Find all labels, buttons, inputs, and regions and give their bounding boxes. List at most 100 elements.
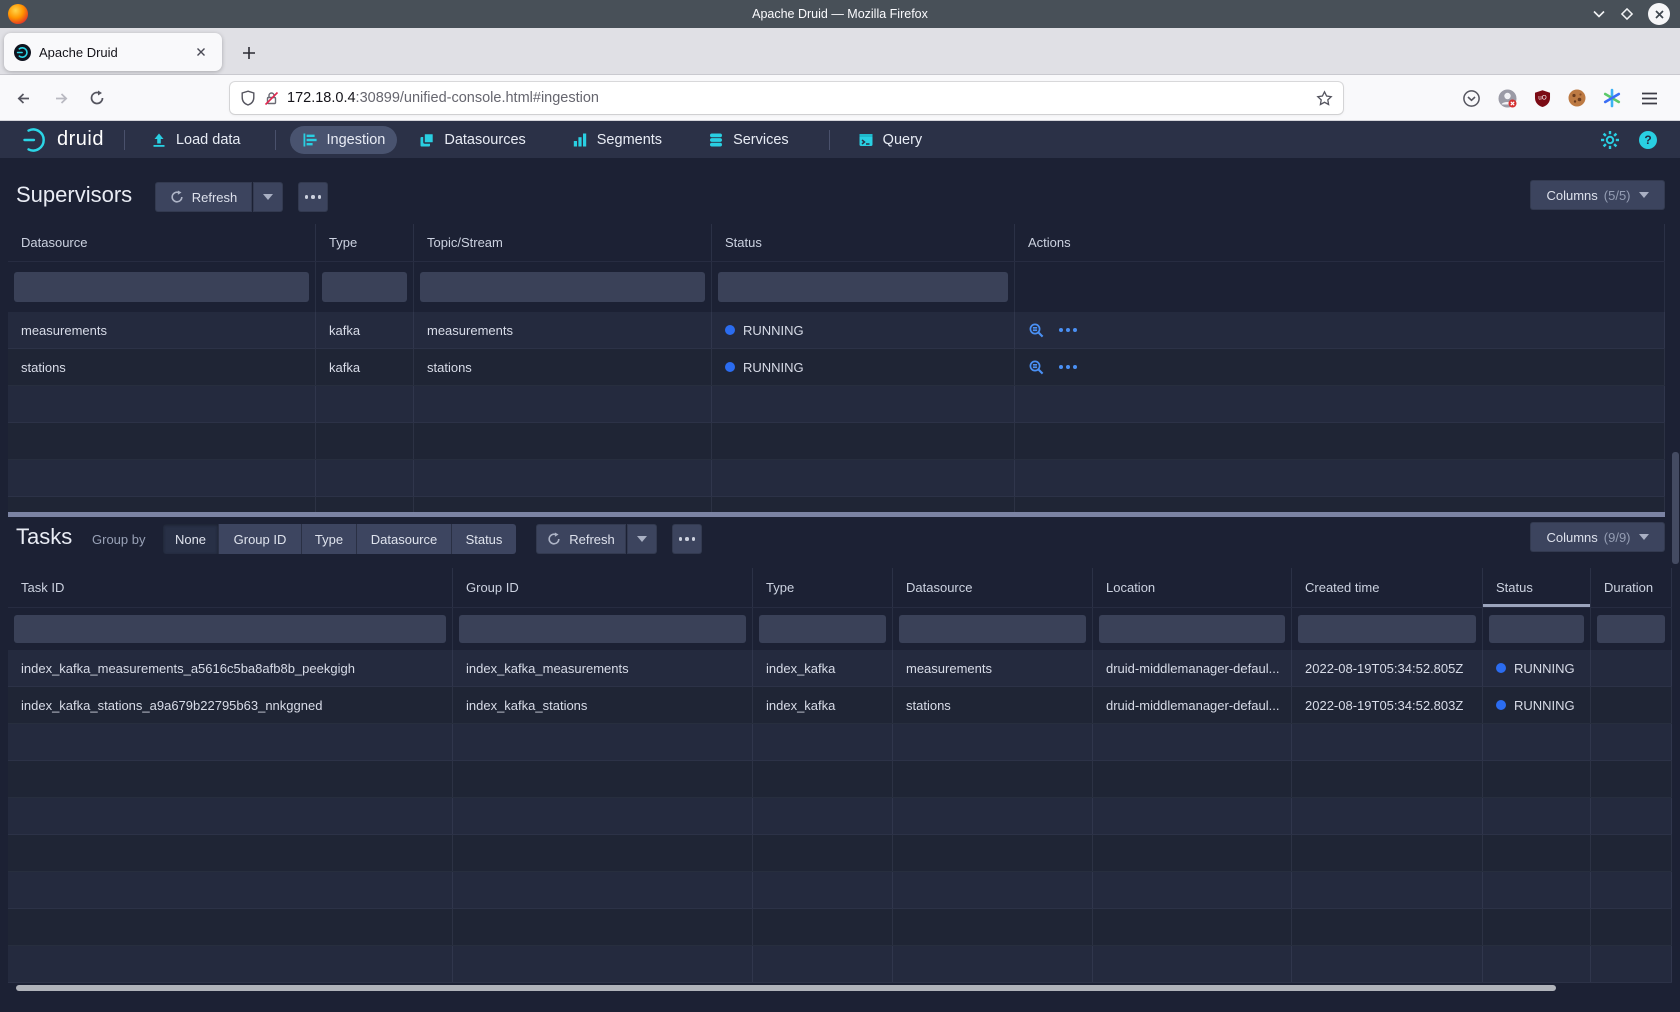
svg-text:uO: uO [1538, 94, 1547, 101]
ublock-origin-icon[interactable]: uO [1529, 85, 1555, 111]
window-maximize-icon[interactable] [1620, 7, 1634, 21]
url-text: 172.18.0.4:30899/unified-console.html#in… [287, 90, 1316, 106]
task-filter-type[interactable] [759, 615, 886, 643]
supervisors-columns-button[interactable]: Columns (5/5) [1530, 180, 1665, 210]
task-col-header-task-id[interactable]: Task ID [8, 568, 453, 607]
pocket-icon[interactable] [1458, 85, 1484, 111]
more-icon [679, 537, 696, 541]
row-more-actions-icon[interactable] [1059, 328, 1077, 332]
insecure-lock-icon[interactable] [264, 91, 279, 106]
supervisors-refresh-button[interactable]: Refresh [155, 182, 252, 212]
chevron-down-icon [1639, 534, 1649, 540]
cookie-extension-icon[interactable] [1564, 85, 1590, 111]
url-bar[interactable]: 172.18.0.4:30899/unified-console.html#in… [230, 82, 1343, 114]
sup-col-header-type[interactable]: Type [316, 224, 414, 261]
nav-item-label: Load data [176, 132, 241, 148]
task-col-header-created-time[interactable]: Created time [1292, 568, 1483, 607]
sup-cell-type: kafka [316, 349, 414, 385]
shield-permissions-icon[interactable] [240, 90, 256, 106]
pane-splitter[interactable] [8, 512, 1665, 517]
empty-row [8, 798, 1672, 835]
task-cell-group-id: index_kafka_measurements [453, 650, 753, 686]
settings-gear-icon[interactable] [1600, 130, 1620, 150]
bookmark-star-icon[interactable] [1316, 90, 1333, 107]
group-by-status-button[interactable]: Status [452, 524, 516, 554]
task-col-header-duration[interactable]: Duration [1591, 568, 1672, 607]
group-by-type-button[interactable]: Type [302, 524, 357, 554]
druid-brand[interactable]: druid [20, 125, 104, 155]
window-minimize-icon[interactable] [1592, 7, 1606, 21]
supervisors-more-button[interactable] [298, 182, 328, 212]
tab-close-button[interactable] [190, 41, 212, 63]
back-button[interactable] [8, 83, 38, 113]
sup-filter-topic[interactable] [420, 272, 705, 302]
task-cell-duration [1591, 687, 1672, 723]
window-close-button[interactable] [1648, 3, 1670, 25]
ingestion-icon [302, 132, 318, 148]
empty-row [8, 835, 1672, 872]
sup-filter-type[interactable] [322, 272, 407, 302]
forward-button[interactable] [46, 83, 76, 113]
nav-item-datasources[interactable]: Datasources [407, 126, 537, 154]
task-filter-status[interactable] [1489, 615, 1584, 643]
task-filter-location[interactable] [1099, 615, 1285, 643]
view-details-magnifier-icon[interactable] [1028, 359, 1045, 376]
tasks-toolbar: Tasks Group by None Group ID Type Dataso… [0, 522, 1680, 556]
sup-filter-datasource[interactable] [14, 272, 309, 302]
task-cell-created-time: 2022-08-19T05:34:52.803Z [1292, 687, 1483, 723]
task-col-header-type[interactable]: Type [753, 568, 893, 607]
task-filter-datasource[interactable] [899, 615, 1086, 643]
sup-cell-topic: measurements [414, 312, 712, 348]
query-icon [858, 132, 874, 148]
task-filter-duration[interactable] [1597, 615, 1665, 643]
tasks-more-button[interactable] [672, 524, 702, 554]
nav-item-ingestion[interactable]: Ingestion [290, 126, 398, 154]
task-row-measurements[interactable]: index_kafka_measurements_a5616c5ba8afb8b… [8, 650, 1672, 687]
sup-col-header-datasource[interactable]: Datasource [8, 224, 316, 261]
tasks-refresh-dropdown[interactable] [627, 524, 657, 554]
help-icon[interactable]: ? [1638, 130, 1658, 150]
tasks-table: Task ID Group ID Type Datasource Locatio… [8, 568, 1672, 983]
task-filter-task-id[interactable] [14, 615, 446, 643]
task-col-header-status[interactable]: Status [1483, 568, 1591, 607]
tasks-refresh-button[interactable]: Refresh [536, 524, 626, 554]
row-more-actions-icon[interactable] [1059, 365, 1077, 369]
horizontal-scrollbar[interactable] [16, 985, 1556, 991]
asterisk-extension-icon[interactable] [1599, 85, 1625, 111]
account-extension-icon[interactable] [1494, 85, 1520, 111]
supervisors-refresh-dropdown[interactable] [253, 182, 283, 212]
browser-tab-apache-druid[interactable]: Apache Druid [4, 33, 222, 71]
hamburger-menu-icon[interactable] [1636, 85, 1662, 111]
group-by-none-button[interactable]: None [163, 524, 219, 554]
task-cell-datasource: stations [893, 687, 1093, 723]
sup-col-header-status[interactable]: Status [712, 224, 1015, 261]
status-label: RUNNING [743, 323, 804, 338]
view-details-magnifier-icon[interactable] [1028, 322, 1045, 339]
nav-item-query[interactable]: Query [846, 126, 935, 154]
supervisor-row-measurements[interactable]: measurements kafka measurements RUNNING [8, 312, 1665, 349]
group-by-group-id-button[interactable]: Group ID [219, 524, 302, 554]
sup-col-header-actions: Actions [1015, 224, 1665, 261]
nav-item-services[interactable]: Services [696, 126, 801, 154]
new-tab-button[interactable] [236, 40, 262, 66]
vertical-scrollbar[interactable] [1672, 452, 1679, 564]
sup-filter-status[interactable] [718, 272, 1008, 302]
supervisor-row-stations[interactable]: stations kafka stations RUNNING [8, 349, 1665, 386]
nav-item-label: Ingestion [327, 132, 386, 148]
tasks-columns-button[interactable]: Columns (9/9) [1530, 522, 1665, 552]
refresh-label: Refresh [569, 532, 615, 547]
group-by-datasource-button[interactable]: Datasource [357, 524, 452, 554]
task-row-stations[interactable]: index_kafka_stations_a9a679b22795b63_nnk… [8, 687, 1672, 724]
reload-button[interactable] [82, 83, 112, 113]
nav-item-load-data[interactable]: Load data [139, 126, 253, 154]
task-col-header-datasource[interactable]: Datasource [893, 568, 1093, 607]
task-cell-type: index_kafka [753, 650, 893, 686]
sup-col-header-topic[interactable]: Topic/Stream [414, 224, 712, 261]
task-col-header-group-id[interactable]: Group ID [453, 568, 753, 607]
nav-item-segments[interactable]: Segments [560, 126, 674, 154]
url-path: :30899/unified-console.html#ingestion [356, 90, 599, 106]
columns-label: Columns [1546, 530, 1597, 545]
task-filter-created-time[interactable] [1298, 615, 1476, 643]
task-col-header-location[interactable]: Location [1093, 568, 1292, 607]
task-filter-group-id[interactable] [459, 615, 746, 643]
